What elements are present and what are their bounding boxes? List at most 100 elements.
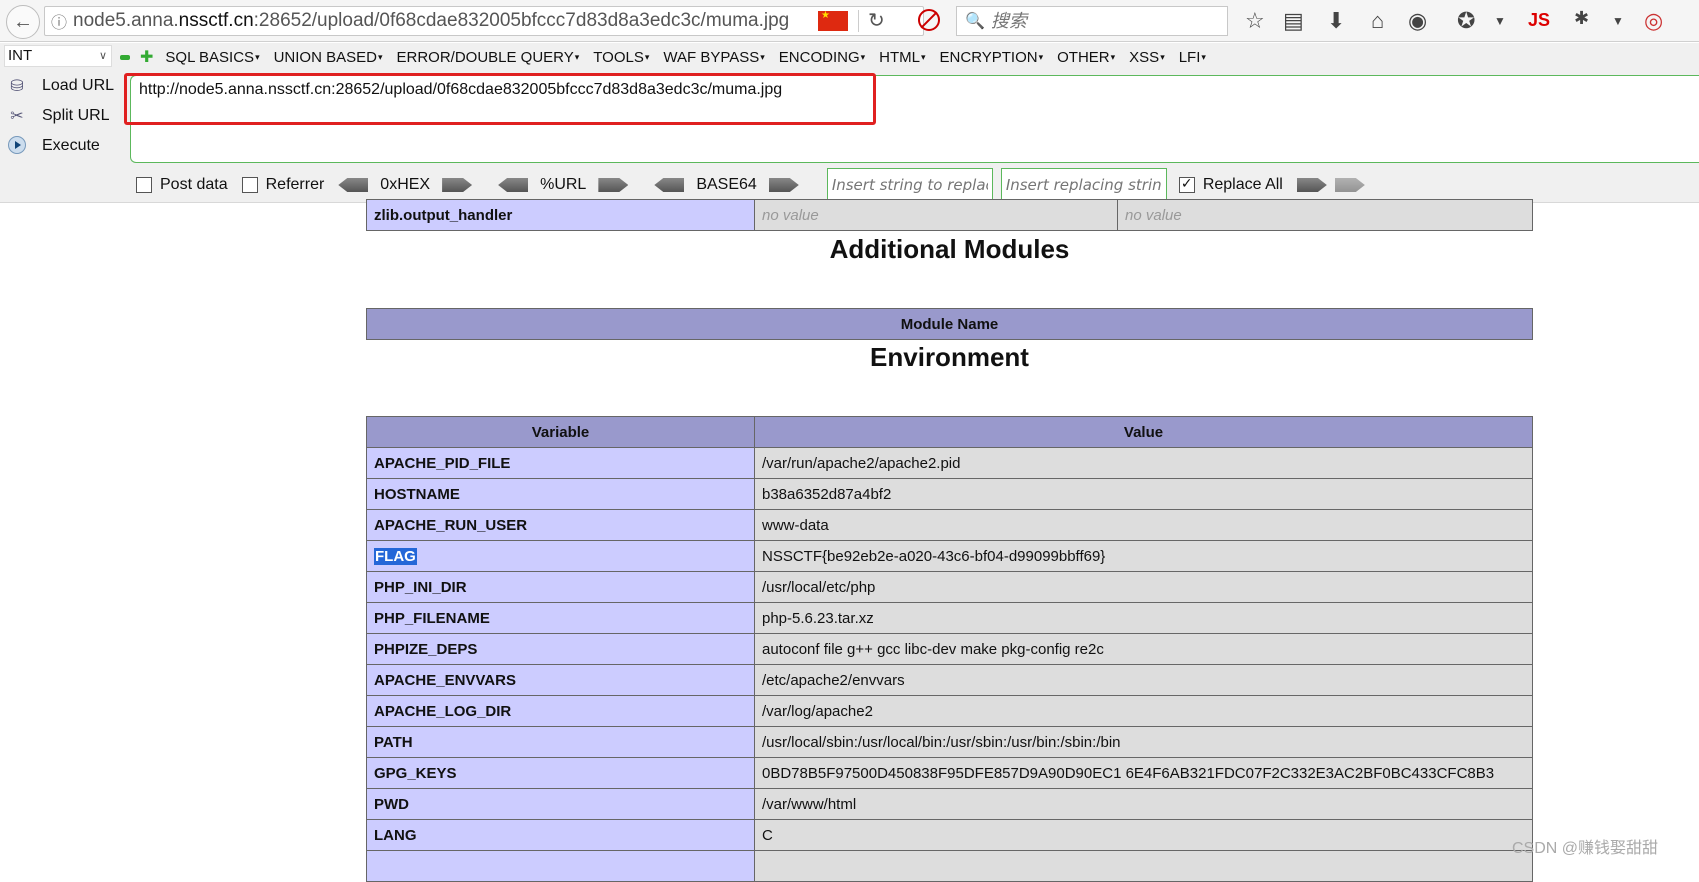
env-variable-value: autoconf file g++ gcc libc-dev make pkg-…	[754, 633, 1533, 665]
env-variable-label: APACHE_RUN_USER	[374, 516, 528, 534]
module-name-header: Module Name	[366, 308, 1533, 340]
env-variable-name: LANG	[366, 819, 755, 851]
env-variable-name: PATH	[366, 726, 755, 758]
env-variable-value: /usr/local/etc/php	[754, 571, 1533, 603]
menu-union-based[interactable]: UNION BASED	[274, 49, 383, 66]
menu-lfi[interactable]: LFI	[1179, 49, 1206, 66]
table-row: HOSTNAME b38a6352d87a4bf2	[366, 478, 1533, 510]
bug-icon[interactable]: ✱	[1574, 8, 1589, 29]
scissors-icon: ✂	[10, 108, 24, 125]
menu-sql-basics[interactable]: SQL BASICS	[165, 49, 259, 66]
hex-decode-arrow-icon[interactable]	[338, 178, 369, 192]
search-input[interactable]	[990, 10, 1211, 32]
env-variable-name: PHP_INI_DIR	[366, 571, 755, 603]
menu-xss[interactable]: XSS	[1129, 49, 1165, 66]
minus-icon[interactable]	[120, 54, 130, 60]
env-variable-label: APACHE_LOG_DIR	[374, 702, 512, 720]
env-variable-name: PHPIZE_DEPS	[366, 633, 755, 665]
table-row	[366, 850, 1533, 882]
menu-encryption[interactable]: ENCRYPTION	[940, 49, 1044, 66]
env-variable-value: /var/www/html	[754, 788, 1533, 820]
hackbar-menu: ✚ SQL BASICS UNION BASED ERROR/DOUBLE QU…	[120, 47, 1220, 67]
address-url: node5.anna.nssctf.cn:28652/upload/0f68cd…	[73, 10, 790, 31]
directive-name: zlib.output_handler	[366, 199, 755, 231]
execute-button[interactable]: Execute	[6, 136, 100, 156]
addon-icon[interactable]: ◎	[1644, 8, 1663, 34]
hex-label: 0xHEX	[380, 176, 431, 193]
table-row: PHP_INI_DIR/usr/local/etc/php	[366, 571, 1533, 603]
local-value: no value	[754, 199, 1118, 231]
annotation-highlight-box	[124, 73, 876, 125]
referrer-option[interactable]: Referrer	[241, 176, 324, 194]
env-variable-value: NSSCTF{be92eb2e-a020-43c6-bf04-d99099bbf…	[754, 540, 1533, 572]
menu-encoding[interactable]: ENCODING	[779, 49, 865, 66]
info-icon[interactable]: ⓘ	[45, 9, 73, 33]
env-variable-value: php-5.6.23.tar.xz	[754, 602, 1533, 634]
globe-icon[interactable]: ◉	[1408, 8, 1427, 34]
env-variable-label: PHP_INI_DIR	[374, 578, 467, 596]
chevron-down-icon: ∨	[98, 50, 107, 62]
replace-from-input[interactable]	[826, 168, 993, 202]
dropdown-icon[interactable]: ▼	[1494, 14, 1506, 28]
back-button[interactable]: ←	[6, 5, 40, 39]
load-url-button[interactable]: ⛁ Load URL	[6, 76, 114, 96]
env-variable-label: HOSTNAME	[374, 485, 460, 503]
env-variable-name: PHP_FILENAME	[366, 602, 755, 634]
plus-icon[interactable]: ✚	[140, 47, 153, 67]
zlib-table: zlib.output_handler no value no value	[366, 199, 1533, 231]
table-row: LANG C	[366, 819, 1533, 851]
variable-header: Variable	[366, 416, 755, 448]
base64-encode-arrow-icon[interactable]	[768, 178, 799, 192]
environment-title: Environment	[870, 342, 1029, 372]
env-variable-label: PHPIZE_DEPS	[374, 640, 478, 658]
post-data-option[interactable]: Post data	[136, 176, 228, 194]
palette-icon[interactable]: ✪	[1457, 8, 1475, 34]
type-select[interactable]: INT ∨	[4, 45, 112, 67]
menu-tools[interactable]: TOOLS	[593, 49, 649, 66]
value-header: Value	[754, 416, 1533, 448]
address-bar[interactable]: ⓘ node5.anna.nssctf.cn:28652/upload/0f68…	[44, 6, 924, 36]
reading-list-icon[interactable]: ▤	[1283, 8, 1304, 34]
table-row: APACHE_PID_FILE/var/run/apache2/apache2.…	[366, 447, 1533, 479]
js-toggle-icon[interactable]: JS	[1528, 10, 1550, 31]
home-icon[interactable]: ⌂	[1371, 8, 1384, 34]
env-variable-name: FLAG	[366, 540, 755, 572]
menu-other[interactable]: OTHER	[1057, 49, 1115, 66]
env-variable-name	[366, 850, 755, 882]
table-row: APACHE_ENVVARS/etc/apache2/envvars	[366, 664, 1533, 696]
env-variable-label: LANG	[374, 826, 417, 844]
table-row: zlib.output_handler no value no value	[366, 199, 1533, 231]
replace-all-option[interactable]: Replace All	[1178, 175, 1283, 194]
replace-to-input[interactable]	[1000, 168, 1167, 202]
env-variable-label: PWD	[374, 795, 409, 813]
search-box[interactable]: 🔍	[956, 6, 1228, 36]
master-value: no value	[1117, 199, 1533, 231]
watermark: CSDN @赚钱娶甜甜	[1512, 840, 1659, 857]
env-variable-value: b38a6352d87a4bf2	[754, 478, 1533, 510]
env-variable-value: /var/log/apache2	[754, 695, 1533, 727]
env-variable-label: PATH	[374, 733, 413, 751]
post-data-checkbox[interactable]	[136, 177, 152, 193]
play-icon	[8, 136, 26, 154]
replace-all-checkbox[interactable]	[1178, 175, 1195, 193]
menu-waf-bypass[interactable]: WAF BYPASS	[663, 49, 764, 66]
menu-error-double-query[interactable]: ERROR/DOUBLE QUERY	[396, 49, 579, 66]
bookmark-star-icon[interactable]: ☆	[1245, 8, 1265, 34]
additional-modules-title: Additional Modules	[829, 234, 1070, 264]
replace-arrow-icon[interactable]	[1296, 178, 1327, 192]
split-url-button[interactable]: ✂ Split URL	[6, 106, 109, 126]
reload-icon[interactable]: ↻	[868, 8, 885, 33]
base64-decode-arrow-icon[interactable]	[654, 178, 685, 192]
env-variable-value: 0BD78B5F97500D450838F95DFE857D9A90D90EC1…	[754, 757, 1533, 789]
replace-reverse-arrow-icon[interactable]	[1334, 178, 1365, 192]
download-icon[interactable]: ⬇	[1327, 8, 1345, 34]
menu-html[interactable]: HTML	[879, 49, 925, 66]
noscript-block-icon[interactable]	[918, 9, 940, 31]
env-variable-value: /var/run/apache2/apache2.pid	[754, 447, 1533, 479]
url-encode-arrow-icon[interactable]	[598, 178, 629, 192]
dropdown-icon[interactable]: ▼	[1612, 14, 1624, 28]
env-variable-name: HOSTNAME	[366, 478, 755, 510]
hex-encode-arrow-icon[interactable]	[442, 178, 473, 192]
url-decode-arrow-icon[interactable]	[498, 178, 529, 192]
referrer-checkbox[interactable]	[241, 177, 258, 193]
